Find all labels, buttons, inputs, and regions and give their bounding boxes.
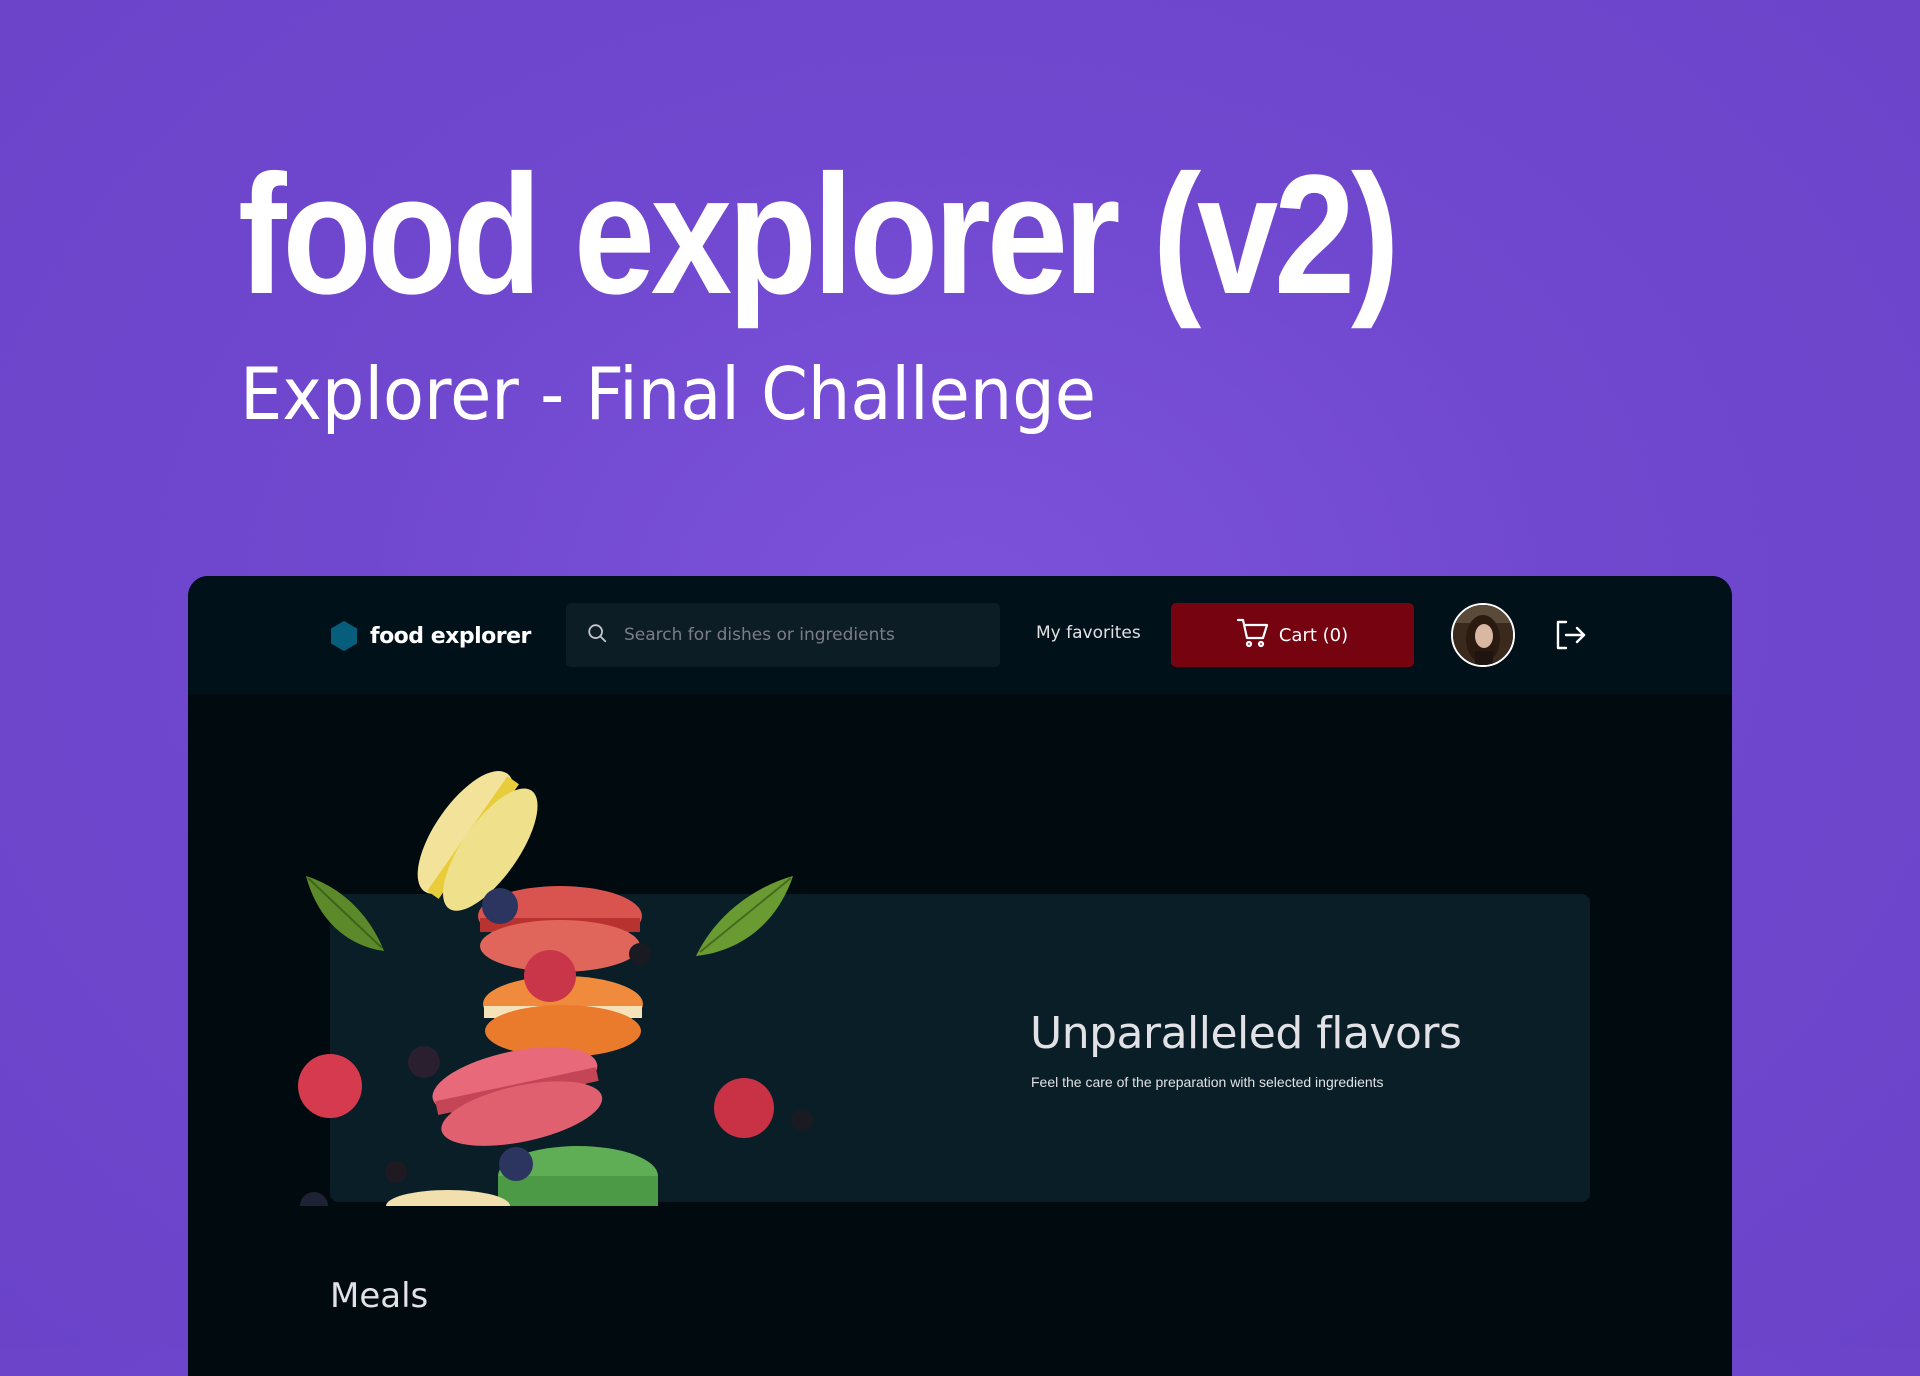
cart-button[interactable]: Cart (0): [1171, 603, 1414, 667]
sign-out-icon[interactable]: [1554, 619, 1588, 656]
brand-logo[interactable]: food explorer: [330, 619, 531, 653]
my-favorites-link[interactable]: My favorites: [1036, 623, 1141, 643]
search-icon: [586, 622, 608, 649]
hexagon-logo-icon: [330, 620, 358, 652]
cover-title: food explorer (v2): [238, 140, 1400, 330]
banner-title: Unparalleled flavors: [1030, 1008, 1462, 1059]
cart-label: Cart (0): [1278, 624, 1349, 646]
user-avatar[interactable]: [1451, 603, 1515, 667]
app-header: food explorer My favorites Cart (0): [188, 576, 1732, 694]
search-bar[interactable]: [566, 603, 1000, 667]
cart-icon: [1236, 618, 1269, 653]
section-title-meals: Meals: [330, 1276, 429, 1316]
macarons-illustration: [288, 736, 848, 1226]
app-window: food explorer My favorites Cart (0): [188, 576, 1732, 1376]
banner-text: Feel the care of the preparation with se…: [1031, 1074, 1384, 1090]
search-input[interactable]: [622, 624, 996, 646]
cover-subtitle: Explorer - Final Challenge: [240, 352, 1096, 436]
brand-name: food explorer: [370, 623, 531, 649]
